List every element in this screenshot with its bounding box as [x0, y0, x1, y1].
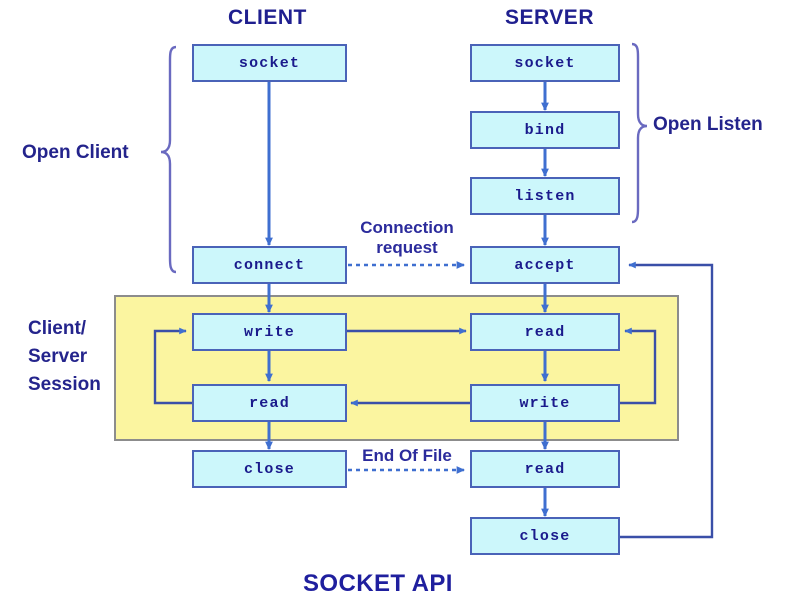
bracket-open-client [160, 45, 177, 274]
node-client-socket[interactable]: socket [192, 44, 347, 82]
bracket-label-session-line3: Session [28, 374, 101, 395]
node-server-read-1[interactable]: read [470, 313, 620, 351]
node-client-write[interactable]: write [192, 313, 347, 351]
node-server-read-2[interactable]: read [470, 450, 620, 488]
edge-label-end-of-file: End Of File [362, 446, 452, 465]
bracket-label-open-client: Open Client [22, 142, 129, 163]
node-server-accept[interactable]: accept [470, 246, 620, 284]
node-server-listen[interactable]: listen [470, 177, 620, 215]
bracket-open-listen [631, 42, 648, 224]
node-server-close[interactable]: close [470, 517, 620, 555]
column-title-server: SERVER [505, 6, 594, 29]
node-client-connect[interactable]: connect [192, 246, 347, 284]
diagram-connectors [114, 42, 714, 539]
node-server-write[interactable]: write [470, 384, 620, 422]
node-client-read[interactable]: read [192, 384, 347, 422]
edge-label-connection-request-line2: request [376, 238, 438, 257]
bracket-label-session-line1: Client/ [28, 318, 87, 339]
node-server-socket[interactable]: socket [470, 44, 620, 82]
column-title-client: CLIENT [228, 6, 307, 29]
diagram-canvas: CLIENT SERVER Open Client Open Listen Cl… [0, 0, 807, 612]
edge-label-connection-request-line1: Connection [360, 218, 454, 237]
node-server-bind[interactable]: bind [470, 111, 620, 149]
node-client-close[interactable]: close [192, 450, 347, 488]
bracket-label-session-line2: Server [28, 346, 88, 367]
diagram-title: SOCKET API [303, 570, 453, 597]
bracket-label-open-listen: Open Listen [653, 114, 763, 135]
